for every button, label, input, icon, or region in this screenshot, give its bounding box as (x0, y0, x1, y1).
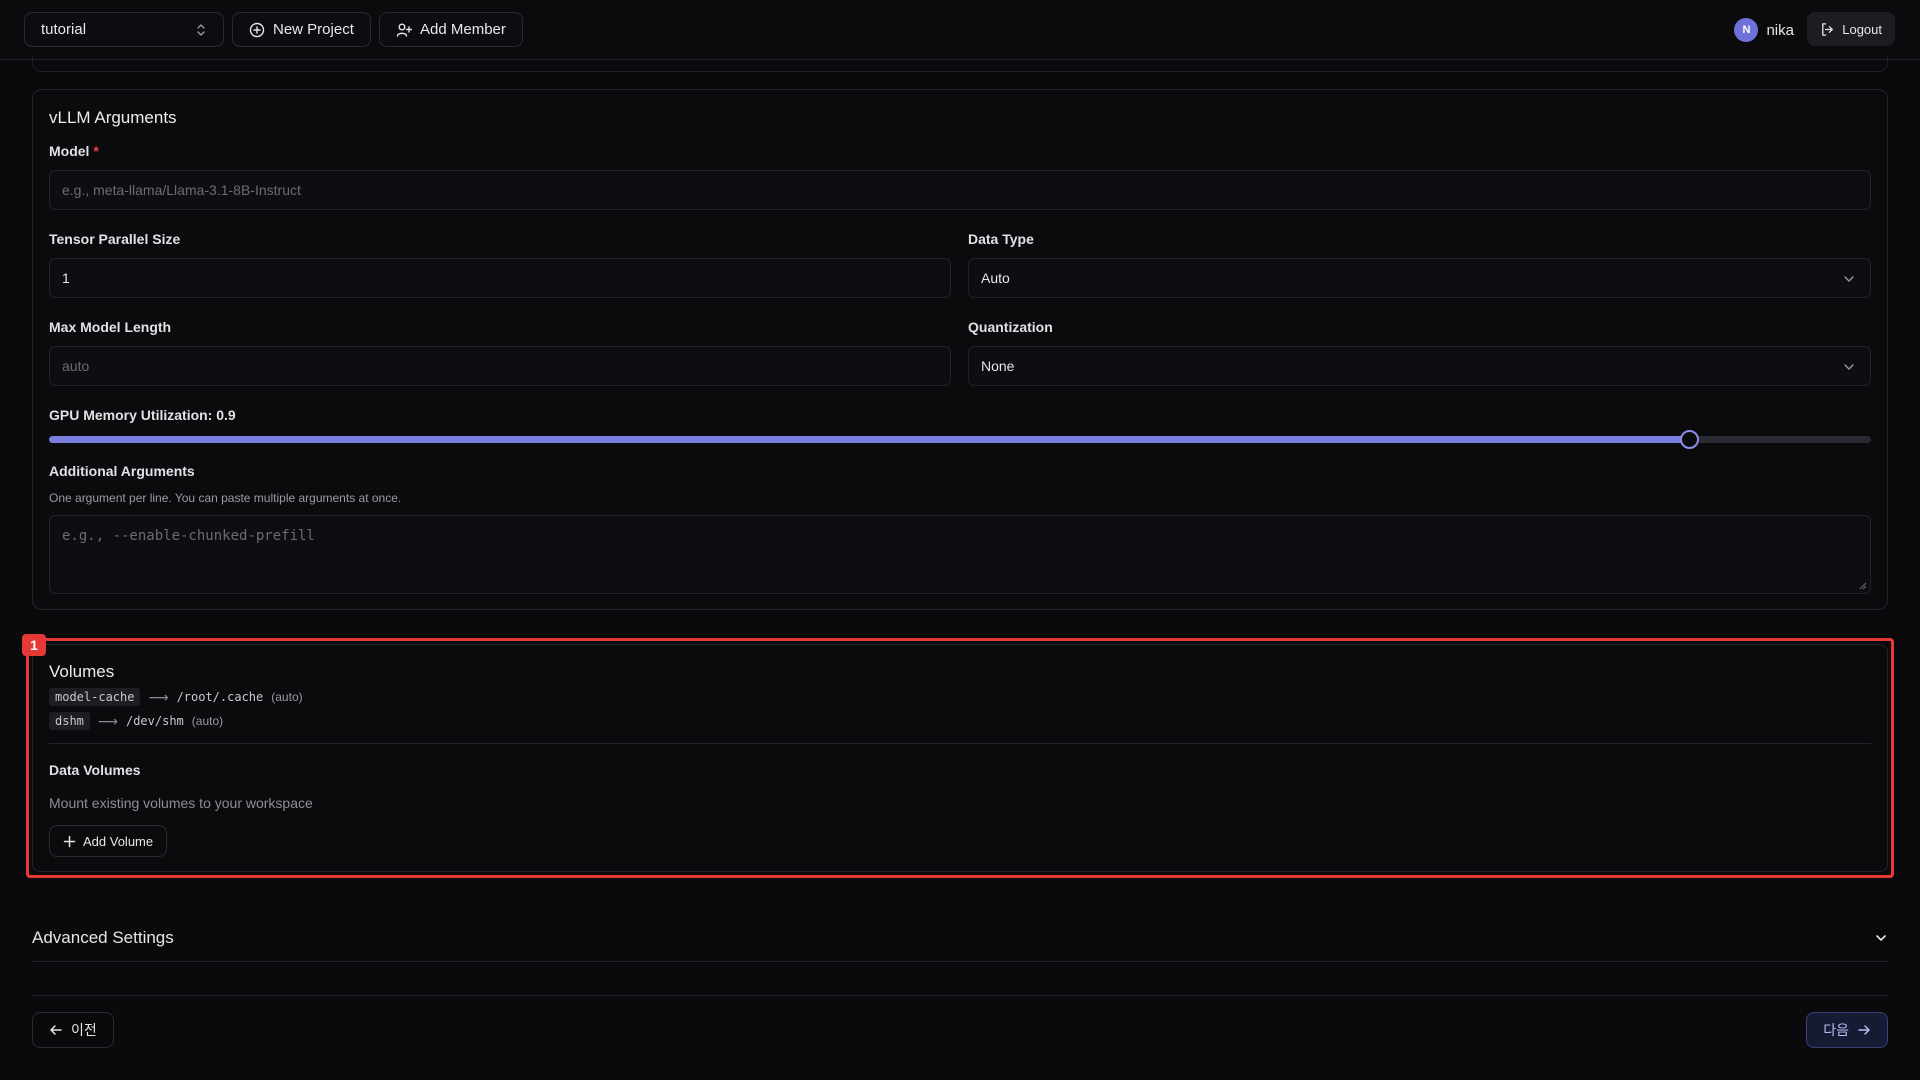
user-plus-icon (396, 23, 412, 37)
annotation-highlight-box (26, 638, 1894, 878)
chevron-up-down-icon (197, 24, 205, 36)
max-model-length-input[interactable]: auto (49, 346, 951, 386)
chevron-down-icon (1844, 276, 1854, 282)
user-name: nika (1766, 21, 1794, 39)
quantization-value: None (981, 358, 1015, 374)
top-bar: tutorial New Project Add Member N nika L… (0, 0, 1920, 60)
logout-label: Logout (1842, 21, 1882, 37)
plus-circle-icon (249, 22, 265, 37)
previous-button[interactable]: 이전 (32, 1012, 114, 1048)
chevron-down-icon (1876, 935, 1886, 941)
model-input[interactable]: e.g., meta-llama/Llama-3.1-8B-Instruct (49, 170, 1871, 210)
user-menu[interactable]: N nika (1734, 18, 1794, 42)
additional-arguments-hint: One argument per line. You can paste mul… (49, 491, 402, 505)
annotation-badge: 1 (22, 634, 46, 656)
advanced-settings-toggle[interactable]: Advanced Settings (32, 914, 1888, 962)
gpu-memory-label: GPU Memory Utilization: 0.9 (49, 407, 236, 423)
data-type-label: Data Type (968, 231, 1034, 247)
quantization-label: Quantization (968, 319, 1053, 335)
max-model-length-label: Max Model Length (49, 319, 172, 335)
arrow-left-icon (50, 1025, 62, 1035)
chevron-down-icon (1844, 364, 1854, 370)
tensor-parallel-value: 1 (62, 270, 70, 286)
quantization-select[interactable]: None (968, 346, 1871, 386)
logout-button[interactable]: Logout (1807, 12, 1895, 46)
model-placeholder: e.g., meta-llama/Llama-3.1-8B-Instruct (62, 182, 301, 198)
avatar: N (1734, 18, 1759, 42)
add-member-label: Add Member (420, 21, 506, 38)
tensor-parallel-input[interactable]: 1 (49, 258, 951, 298)
project-select-value: tutorial (41, 21, 87, 38)
gpu-memory-slider-thumb[interactable] (1679, 430, 1699, 449)
advanced-settings-title: Advanced Settings (32, 927, 174, 947)
additional-arguments-label: Additional Arguments (49, 463, 195, 479)
model-label: Model * (49, 143, 99, 159)
gpu-memory-slider-fill (49, 436, 1689, 443)
gpu-memory-slider[interactable] (49, 430, 1871, 449)
tensor-parallel-label: Tensor Parallel Size (49, 231, 181, 247)
next-button[interactable]: 다음 (1806, 1012, 1888, 1048)
footer-divider (32, 995, 1888, 996)
resize-grip-icon[interactable] (1859, 582, 1867, 590)
additional-arguments-textarea[interactable]: e.g., --enable-chunked-prefill (49, 515, 1871, 594)
required-mark: * (93, 143, 99, 159)
previous-label: 이전 (71, 1022, 97, 1038)
data-type-value: Auto (981, 270, 1010, 286)
max-model-length-placeholder: auto (62, 358, 90, 374)
data-type-select[interactable]: Auto (968, 258, 1871, 298)
previous-card-edge (32, 56, 1888, 72)
arrow-right-icon (1858, 1025, 1870, 1035)
additional-arguments-placeholder: e.g., --enable-chunked-prefill (62, 528, 315, 544)
project-select[interactable]: tutorial (24, 12, 224, 47)
logout-icon (1822, 22, 1834, 36)
add-member-button[interactable]: Add Member (379, 12, 523, 47)
new-project-label: New Project (273, 21, 354, 38)
new-project-button[interactable]: New Project (232, 12, 371, 47)
vllm-arguments-title: vLLM Arguments (49, 108, 177, 127)
next-label: 다음 (1823, 1022, 1849, 1038)
